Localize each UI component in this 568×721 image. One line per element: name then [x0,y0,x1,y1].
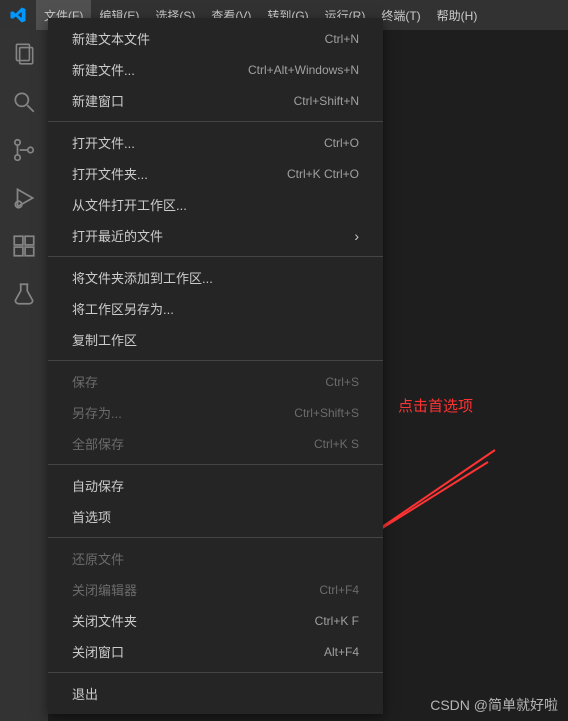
menu-item-关闭窗口[interactable]: 关闭窗口 Alt+F4 [48,636,383,667]
menu-item-label: 全部保存 [72,434,124,453]
menu-item-label: 另存为... [72,403,122,422]
testing-icon[interactable] [10,280,38,308]
menu-item-label: 自动保存 [72,476,124,495]
menu-item-label: 新建窗口 [72,91,124,110]
menu-item-shortcut: Ctrl+N [325,32,359,46]
menu-item-label: 新建文件... [72,60,135,79]
menu-help[interactable]: 帮助(H) [429,0,486,30]
menu-item-打开最近的文件[interactable]: 打开最近的文件 › [48,220,383,251]
menu-item-label: 打开文件... [72,133,135,152]
annotation-text: 点击首选项 [398,395,473,416]
menu-separator [48,360,383,361]
menu-item-退出[interactable]: 退出 [48,678,383,709]
menu-item-shortcut: Ctrl+K Ctrl+O [287,167,359,181]
menu-item-shortcut: Ctrl+Alt+Windows+N [248,63,359,77]
menu-item-另存为...: 另存为... Ctrl+Shift+S [48,397,383,428]
menu-item-shortcut: Ctrl+K F [315,614,359,628]
menu-item-label: 首选项 [72,507,111,526]
menu-separator [48,464,383,465]
chevron-right-icon: › [354,228,359,244]
menu-item-复制工作区[interactable]: 复制工作区 [48,324,383,355]
vscode-logo-icon [8,5,28,25]
run-debug-icon[interactable] [10,184,38,212]
menu-item-将文件夹添加到工作区...[interactable]: 将文件夹添加到工作区... [48,262,383,293]
menu-item-label: 打开最近的文件 [72,226,163,245]
menu-item-label: 还原文件 [72,549,124,568]
menu-item-label: 从文件打开工作区... [72,195,187,214]
menu-help-label: 帮助(H) [437,7,478,24]
menu-separator [48,537,383,538]
menu-item-label: 退出 [72,684,98,703]
menu-separator [48,256,383,257]
menu-item-首选项[interactable]: 首选项 [48,501,383,532]
search-icon[interactable] [10,88,38,116]
explorer-icon[interactable] [10,40,38,68]
menu-item-label: 关闭文件夹 [72,611,137,630]
menu-item-关闭文件夹[interactable]: 关闭文件夹 Ctrl+K F [48,605,383,636]
menu-item-保存: 保存 Ctrl+S [48,366,383,397]
menu-item-label: 新建文本文件 [72,29,150,48]
menu-item-打开文件...[interactable]: 打开文件... Ctrl+O [48,127,383,158]
menu-item-还原文件: 还原文件 [48,543,383,574]
menu-separator [48,121,383,122]
menu-item-将工作区另存为...[interactable]: 将工作区另存为... [48,293,383,324]
menu-item-shortcut: Alt+F4 [324,645,359,659]
extensions-icon[interactable] [10,232,38,260]
menu-item-label: 保存 [72,372,98,391]
menu-item-关闭编辑器: 关闭编辑器 Ctrl+F4 [48,574,383,605]
file-menu-dropdown: 新建文本文件 Ctrl+N 新建文件... Ctrl+Alt+Windows+N 新建窗… [48,18,383,714]
source-control-icon[interactable] [10,136,38,164]
menu-item-label: 打开文件夹... [72,164,148,183]
menu-item-shortcut: Ctrl+F4 [319,583,359,597]
menu-item-自动保存[interactable]: 自动保存 [48,470,383,501]
menu-item-新建窗口[interactable]: 新建窗口 Ctrl+Shift+N [48,85,383,116]
menu-item-label: 将工作区另存为... [72,299,174,318]
menu-terminal-label: 终端(T) [381,7,420,24]
menu-item-新建文件...[interactable]: 新建文件... Ctrl+Alt+Windows+N [48,54,383,85]
menu-item-label: 复制工作区 [72,330,137,349]
menu-item-shortcut: Ctrl+Shift+S [294,406,359,420]
menu-item-label: 将文件夹添加到工作区... [72,268,213,287]
menu-item-全部保存: 全部保存 Ctrl+K S [48,428,383,459]
menu-item-shortcut: Ctrl+O [324,136,359,150]
menu-item-label: 关闭编辑器 [72,580,137,599]
menu-item-shortcut: Ctrl+Shift+N [294,94,359,108]
menu-item-从文件打开工作区...[interactable]: 从文件打开工作区... [48,189,383,220]
activity-bar [0,30,48,721]
menu-item-新建文本文件[interactable]: 新建文本文件 Ctrl+N [48,23,383,54]
watermark-text: CSDN @简单就好啦 [430,695,558,715]
menu-separator [48,672,383,673]
menu-item-label: 关闭窗口 [72,642,124,661]
menu-item-shortcut: Ctrl+S [325,375,359,389]
menu-item-打开文件夹...[interactable]: 打开文件夹... Ctrl+K Ctrl+O [48,158,383,189]
menu-item-shortcut: Ctrl+K S [314,437,359,451]
